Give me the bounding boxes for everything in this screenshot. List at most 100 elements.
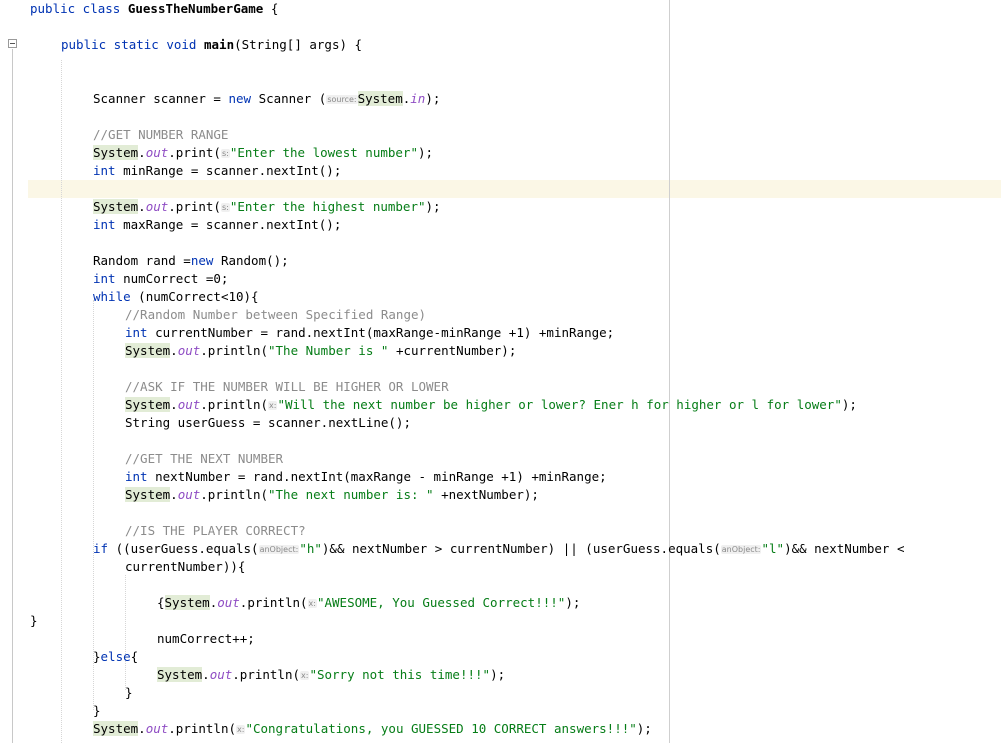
code-token: int (93, 217, 116, 232)
code-token: String userGuess = scanner.nextLine(); (125, 415, 411, 430)
code-token: out (217, 595, 240, 610)
code-line[interactable]: currentNumber)){ (125, 558, 245, 576)
code-token: else (100, 649, 131, 664)
code-token: int (125, 325, 148, 340)
code-token: . (138, 199, 146, 214)
code-token: ); (425, 199, 441, 214)
code-token: minRange = scanner.nextInt(); (115, 163, 342, 178)
code-token: "AWESOME, You Guessed Correct!!!" (316, 595, 566, 610)
code-token: out (145, 721, 169, 736)
code-token: Random rand = (93, 253, 191, 268)
code-token: System (357, 91, 403, 106)
code-token: out (145, 145, 169, 160)
code-token: Random(); (213, 253, 289, 268)
code-line[interactable]: }else{ (93, 648, 138, 666)
code-token: (String[] args) { (234, 37, 363, 52)
code-token: while (93, 289, 131, 304)
code-token: System (125, 343, 171, 358)
code-token: //GET NUMBER RANGE (93, 127, 229, 142)
code-token: Scanner ( (251, 91, 327, 106)
code-token: .println( (232, 667, 300, 682)
code-token: "The Number is " (268, 343, 389, 358)
code-token: "Sorry not this time!!!" (309, 667, 491, 682)
code-line[interactable]: public class GuessTheNumberGame { (30, 0, 278, 18)
code-line[interactable]: int minRange = scanner.nextInt(); (93, 162, 341, 180)
code-line[interactable]: public static void main(String[] args) { (61, 36, 362, 54)
code-line[interactable]: int maxRange = scanner.nextInt(); (93, 216, 341, 234)
code-token: } (125, 685, 133, 700)
code-token: System (125, 487, 171, 502)
code-token: .print( (168, 199, 221, 214)
code-token: System (125, 397, 171, 412)
code-line[interactable]: System.out.println("The Number is " +cur… (125, 342, 516, 360)
indent-guide (61, 60, 62, 743)
code-line[interactable]: {System.out.println(x:"AWESOME, You Gues… (157, 594, 580, 612)
code-token: )&& nextNumber < (784, 541, 905, 556)
code-token: ); (636, 721, 652, 736)
code-token: out (209, 667, 233, 682)
code-token: //ASK IF THE NUMBER WILL BE HIGHER OR LO… (125, 379, 449, 394)
code-token: "Enter the lowest number" (229, 145, 418, 160)
code-token: ((userGuess.equals( (108, 541, 259, 556)
code-token: +nextNumber); (433, 487, 539, 502)
code-line[interactable]: //ASK IF THE NUMBER WILL BE HIGHER OR LO… (125, 378, 449, 396)
code-token: { (157, 595, 165, 610)
code-token: currentNumber = rand.nextInt(maxRange-mi… (147, 325, 615, 340)
parameter-hint: anObject: (720, 545, 762, 554)
code-token: . (170, 487, 178, 502)
code-line[interactable]: //GET NUMBER RANGE (93, 126, 228, 144)
code-token: out (177, 343, 201, 358)
code-token: )&& nextNumber > currentNumber) || (user… (321, 541, 721, 556)
parameter-hint: s: (220, 203, 230, 212)
code-token: . (170, 343, 178, 358)
code-line[interactable]: System.out.println("The next number is: … (125, 486, 539, 504)
code-token: . (138, 145, 146, 160)
code-token: nextNumber = rand.nextInt(maxRange - min… (147, 469, 607, 484)
code-line[interactable]: System.out.print(s:"Enter the lowest num… (93, 144, 433, 162)
code-token: System (157, 667, 203, 682)
code-line[interactable]: int nextNumber = rand.nextInt(maxRange -… (125, 468, 607, 486)
code-token: System (164, 595, 210, 610)
code-line[interactable]: while (numCorrect<10){ (93, 288, 259, 306)
code-line[interactable]: int numCorrect =0; (93, 270, 228, 288)
code-token: out (177, 397, 201, 412)
code-line[interactable]: //Random Number between Specified Range) (125, 306, 426, 324)
code-token: public class (30, 1, 128, 16)
code-line[interactable]: System.out.println(x:"Congratulations, y… (93, 720, 652, 738)
fold-collapse-icon[interactable] (8, 39, 17, 48)
code-line[interactable]: //IS THE PLAYER CORRECT? (125, 522, 306, 540)
code-line[interactable]: System.out.print(s:"Enter the highest nu… (93, 198, 441, 216)
current-line-highlight (28, 180, 1001, 198)
code-line[interactable]: System.out.println(x:"Will the next numb… (125, 396, 857, 414)
code-line[interactable]: } (125, 684, 133, 702)
code-line[interactable]: } (30, 612, 38, 630)
code-token: ); (841, 397, 857, 412)
code-token: numCorrect++; (157, 631, 255, 646)
code-line[interactable]: String userGuess = scanner.nextLine(); (125, 414, 411, 432)
code-line[interactable]: int currentNumber = rand.nextInt(maxRang… (125, 324, 614, 342)
parameter-hint: source: (326, 95, 358, 104)
code-line[interactable]: } (93, 702, 101, 720)
code-token: . (170, 397, 178, 412)
code-line[interactable]: //GET THE NEXT NUMBER (125, 450, 283, 468)
code-token: System (93, 721, 139, 736)
code-token: } (93, 649, 101, 664)
code-token: int (93, 163, 116, 178)
code-token: out (177, 487, 201, 502)
code-token: "Will the next number be higher or lower… (277, 397, 842, 412)
editor-gutter (0, 0, 28, 743)
code-line[interactable]: if ((userGuess.equals(anObject:"h")&& ne… (93, 540, 904, 558)
code-token: . (202, 667, 210, 682)
code-token: { (263, 1, 279, 16)
code-line[interactable]: Random rand =new Random(); (93, 252, 289, 270)
code-line[interactable]: numCorrect++; (157, 630, 255, 648)
code-token: if (93, 541, 109, 556)
code-token: .println( (200, 397, 268, 412)
code-token: ); (490, 667, 506, 682)
code-token: numCorrect =0; (115, 271, 229, 286)
code-token: "Congratulations, you GUESSED 10 CORRECT… (245, 721, 637, 736)
code-line[interactable]: Scanner scanner = new Scanner (source:Sy… (93, 90, 440, 108)
code-token: System (93, 199, 139, 214)
code-line[interactable]: System.out.println(x:"Sorry not this tim… (157, 666, 505, 684)
right-margin-guide (669, 0, 670, 743)
